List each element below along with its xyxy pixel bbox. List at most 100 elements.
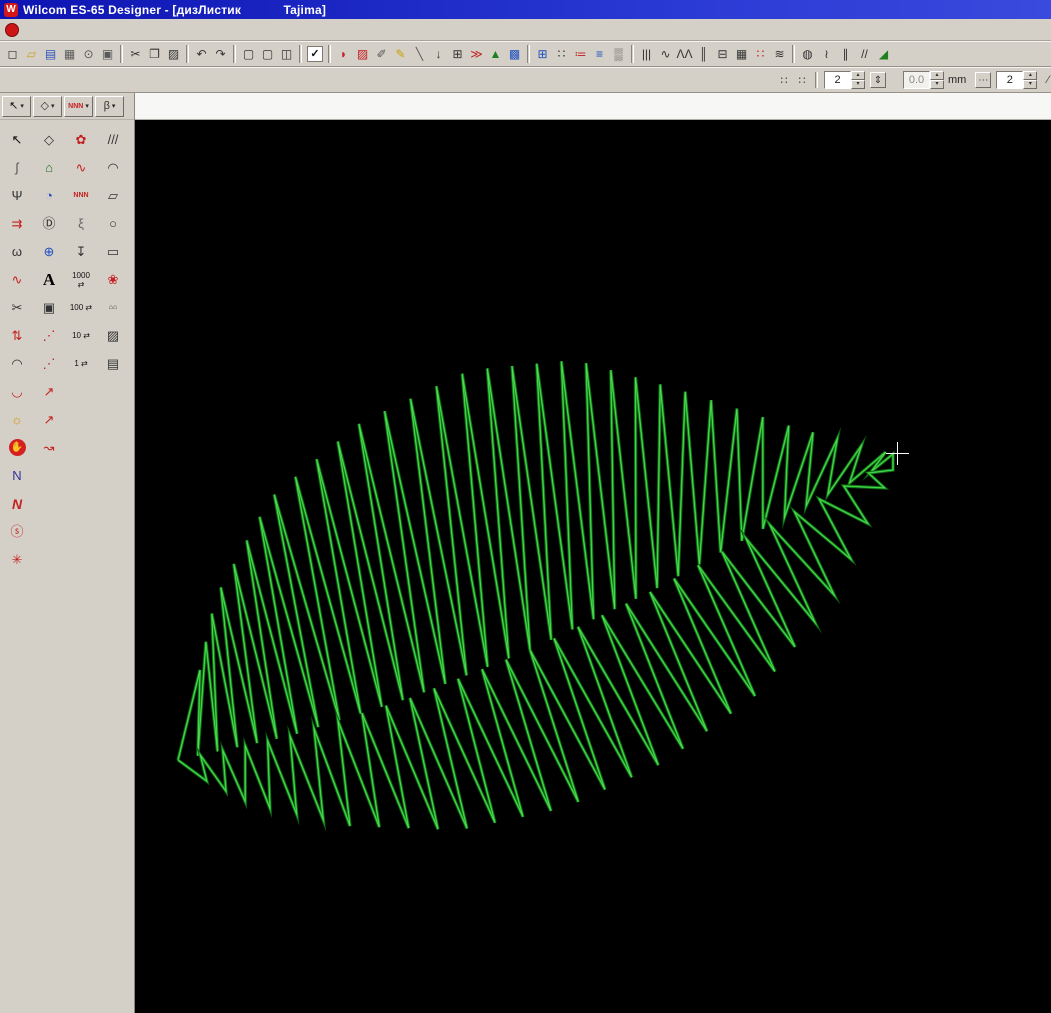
flower-small-tool[interactable]: ❀ [98, 266, 128, 293]
design-properties-button[interactable]: ▣ [98, 45, 117, 64]
dome-tool[interactable]: ◠ [2, 350, 32, 377]
spacing-value[interactable]: 2 [824, 71, 851, 89]
freehand-select-tool[interactable]: ʃ [2, 154, 32, 181]
arc-input-tool[interactable]: ◠ [98, 154, 128, 181]
effect-squiggle-button[interactable]: ≀ [817, 45, 836, 64]
length-value[interactable]: 0.0 [903, 71, 930, 89]
color-chart-button[interactable]: ▲ [486, 45, 505, 64]
document-icon[interactable] [5, 23, 19, 37]
run-stitch-tool[interactable]: ⋰ [34, 322, 64, 349]
zoom-100-tool[interactable]: 100 ⇄ [66, 294, 96, 321]
rectangle-tool[interactable]: ▭ [98, 238, 128, 265]
print-preview-button[interactable]: ⊙ [79, 45, 98, 64]
design-canvas[interactable] [135, 120, 1051, 1013]
stitch-wave-button[interactable]: ≋ [770, 45, 789, 64]
length-up-button[interactable]: ▴ [930, 71, 944, 80]
align-list-button[interactable]: ≡ [590, 45, 609, 64]
reshape-fill-tool[interactable]: ⌂ [34, 154, 64, 181]
color-list-button[interactable]: ≔ [571, 45, 590, 64]
sun-tool[interactable]: ☼ [2, 406, 32, 433]
circle-flower-tool[interactable]: ✳ [2, 546, 32, 573]
print-button[interactable]: ▦ [60, 45, 79, 64]
menu-stitch[interactable] [82, 27, 96, 33]
hoop-left-button[interactable]: ▢ [239, 45, 258, 64]
input-method-dropdown[interactable]: β ▾ [95, 96, 124, 117]
machine-grid-button[interactable]: ⊞ [448, 45, 467, 64]
scissors-tool[interactable]: ✂ [2, 294, 32, 321]
menu-view[interactable] [54, 27, 68, 33]
zoom-1-tool[interactable]: 1 ⇄ [66, 350, 96, 377]
menu-arrange[interactable] [110, 27, 124, 33]
line-tool-button[interactable]: ╲ [410, 45, 429, 64]
select-tool-dropdown[interactable]: ↖ ▾ [2, 96, 31, 117]
zoom-10-tool[interactable]: 10 ⇄ [66, 322, 96, 349]
dash-stitch-tool[interactable]: ⋰ [34, 350, 64, 377]
new-document-button[interactable]: ◻ [3, 45, 22, 64]
menu-window[interactable] [152, 27, 166, 33]
effect-bars-button[interactable]: ∥ [836, 45, 855, 64]
stitch-arches-button[interactable]: ∿ [656, 45, 675, 64]
travel-arrows-button[interactable]: ≫ [467, 45, 486, 64]
reshape-tool-dropdown[interactable]: ◇ ▾ [33, 96, 62, 117]
paste-button[interactable]: ▨ [164, 45, 183, 64]
menu-help[interactable] [166, 27, 180, 33]
stitch-bars-button[interactable]: ||| [637, 45, 656, 64]
count-value[interactable]: 2 [996, 71, 1023, 89]
grid-settings-button[interactable]: ⊞ [533, 45, 552, 64]
weave-tool[interactable]: ω [2, 238, 32, 265]
reshape-tool[interactable]: ◇ [34, 126, 64, 153]
stitch-type-dropdown[interactable]: NNN ▾ [64, 96, 93, 117]
n-curve-tool[interactable]: N [2, 462, 32, 489]
spacing-down-button[interactable]: ▾ [851, 80, 865, 89]
effect-circle-button[interactable]: ◍ [798, 45, 817, 64]
menu-file[interactable] [26, 27, 40, 33]
arrow-stitch-tool[interactable]: ⇉ [2, 210, 32, 237]
circle-angle-tool[interactable]: ◔ [34, 182, 64, 209]
select-tool[interactable]: ↖ [2, 126, 32, 153]
hoop-right-button[interactable]: ▢ [258, 45, 277, 64]
menu-machine[interactable] [138, 27, 152, 33]
menu-insert[interactable] [68, 27, 82, 33]
complex-fill-tool[interactable]: ▱ [98, 182, 128, 209]
n-red-tool[interactable]: N [2, 490, 32, 517]
jump-stitch-tool[interactable]: ↗ [34, 378, 64, 405]
palette-grid-button[interactable]: ▩ [505, 45, 524, 64]
ellipse-tool[interactable]: ○ [98, 210, 128, 237]
layers-tool[interactable]: ▤ [98, 350, 128, 377]
effect-slant-button[interactable]: // [855, 45, 874, 64]
stitch-rail-button[interactable]: ⊟ [713, 45, 732, 64]
count-down-button[interactable]: ▾ [1023, 80, 1037, 89]
length-down-button[interactable]: ▾ [930, 80, 944, 89]
fabric-tool[interactable]: ▨ [98, 322, 128, 349]
undo-button[interactable]: ↶ [192, 45, 211, 64]
branch-tool[interactable]: Ψ [2, 182, 32, 209]
menu-image[interactable] [124, 27, 138, 33]
menu-edit[interactable] [40, 27, 54, 33]
stitch-dots-button[interactable]: ∷ [751, 45, 770, 64]
auto-spacing-button[interactable]: ⇕ [870, 72, 886, 88]
stitch-peaks-button[interactable]: ΛΛ [675, 45, 694, 64]
arch-tool[interactable]: ◡ [2, 378, 32, 405]
save-button[interactable]: ▤ [41, 45, 60, 64]
auto-check-toggle[interactable]: ✓ [307, 46, 323, 62]
overlap-view-button[interactable]: ◫ [277, 45, 296, 64]
dot-matrix-button[interactable]: ∷ [552, 45, 571, 64]
machines-tool[interactable]: ⌂⌂ [98, 294, 128, 321]
redo-button[interactable]: ↷ [211, 45, 230, 64]
needle-point-button[interactable]: ↓ [429, 45, 448, 64]
curve-arrow-tool[interactable]: ↝ [34, 434, 64, 461]
spring-tool[interactable]: ξ [66, 210, 96, 237]
flower-fill-tool[interactable]: ✿ [66, 126, 96, 153]
hatch-stitch-button[interactable]: ▨ [353, 45, 372, 64]
lettering-tool[interactable]: A [34, 266, 64, 293]
dash-arrow-tool[interactable]: ↗ [34, 406, 64, 433]
menu-special[interactable] [96, 27, 110, 33]
more-options-button[interactable]: ⋯ [975, 72, 991, 88]
grid-small-icon-b[interactable]: ∷ [793, 71, 811, 89]
stitch-angle-tool[interactable]: /// [98, 126, 128, 153]
spacing-up-button[interactable]: ▴ [851, 71, 865, 80]
zoom-1000-tool[interactable]: 1000 ⇄ [66, 266, 96, 293]
circle-s-tool[interactable]: ⓢ [2, 518, 32, 545]
red-wave-tool[interactable]: ∿ [2, 266, 32, 293]
copy-button[interactable]: ❐ [145, 45, 164, 64]
